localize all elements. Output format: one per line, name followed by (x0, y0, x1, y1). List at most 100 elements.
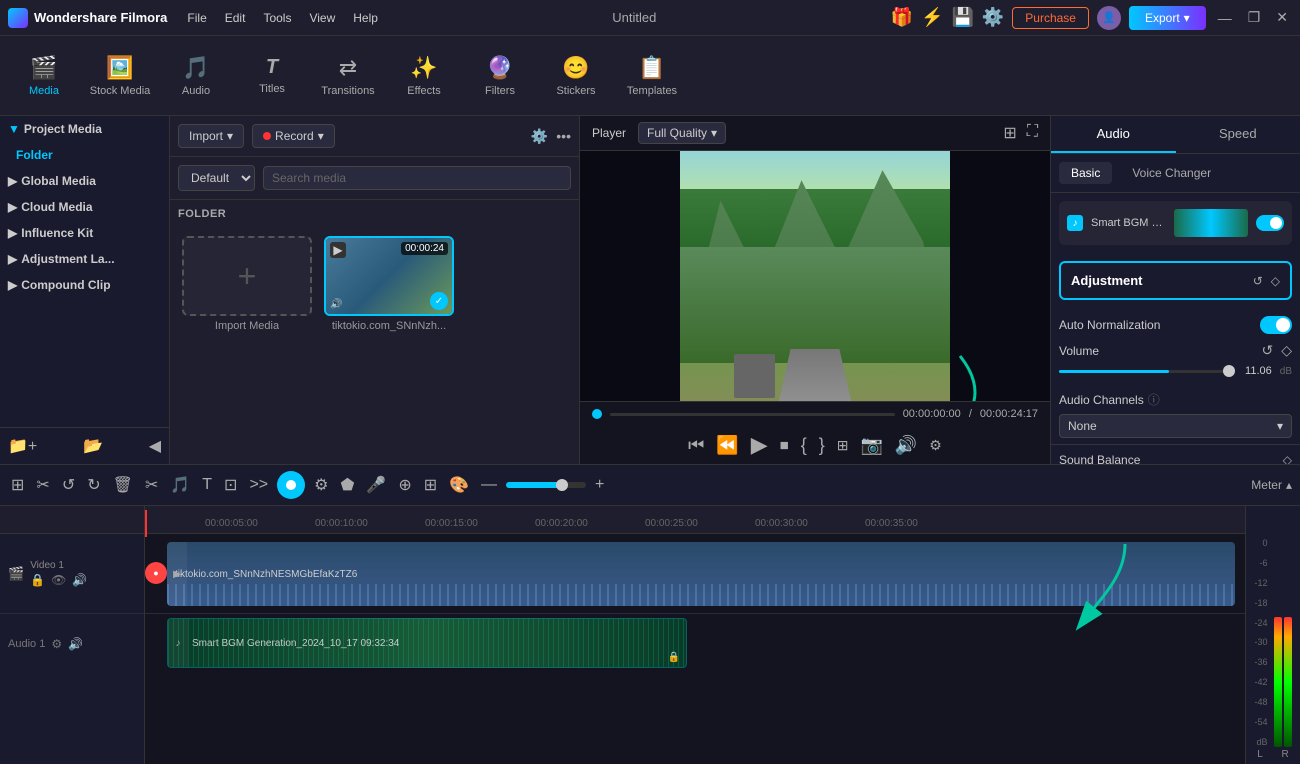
audio-speaker-icon[interactable]: 🔊 (68, 637, 83, 651)
record-circle-button[interactable] (277, 471, 305, 499)
video-visibility-icon[interactable]: 👁 (51, 573, 66, 587)
redo-button[interactable]: ↻ (84, 472, 103, 498)
zoom-slider[interactable] (506, 482, 586, 488)
add-folder-button[interactable]: 📁+ (8, 436, 37, 456)
volume-slider[interactable] (1059, 370, 1229, 373)
trim-button[interactable]: ✂ (33, 472, 52, 498)
diamond-icon[interactable]: ◇ (1271, 274, 1280, 288)
minimize-button[interactable]: — (1214, 10, 1236, 26)
speed-button[interactable]: ⚙ (311, 472, 331, 498)
audio-settings-icon[interactable]: ⚙ (51, 637, 62, 651)
close-button[interactable]: ✕ (1272, 9, 1292, 26)
quality-select[interactable]: Full Quality ▾ (638, 122, 726, 144)
sub-tab-voice-changer[interactable]: Voice Changer (1120, 162, 1223, 184)
video-lock-icon[interactable]: 🔒 (30, 573, 45, 587)
timeline-scrubber[interactable] (610, 413, 895, 416)
purchase-button[interactable]: Purchase (1012, 7, 1089, 29)
crop-button[interactable]: ⊡ (221, 472, 240, 498)
toolbar-titles[interactable]: T Titles (236, 40, 308, 112)
channels-select[interactable]: None ▾ (1059, 414, 1292, 438)
time-ruler[interactable]: 00:00:05:00 00:00:10:00 00:00:15:00 00:0… (145, 506, 1245, 534)
mark-in-button[interactable]: { (801, 435, 807, 456)
menu-file[interactable]: File (187, 11, 206, 25)
frame-back-button[interactable]: ⏪ (716, 435, 738, 456)
menu-help[interactable]: Help (353, 11, 378, 25)
volume-keyframe-icon[interactable]: ◇ (1281, 342, 1292, 359)
toolbar-templates[interactable]: 📋 Templates (616, 40, 688, 112)
play-button[interactable]: ▶ (751, 432, 768, 458)
scene-detect-button[interactable]: ⊞ (8, 472, 27, 498)
sidebar-item-project-media[interactable]: ▼ Project Media (0, 116, 169, 142)
toolbar-audio[interactable]: 🎵 Audio (160, 40, 232, 112)
new-folder-button[interactable]: 📂 (83, 436, 103, 456)
color-button[interactable]: 🎨 (446, 472, 472, 498)
menu-tools[interactable]: Tools (263, 11, 291, 25)
sidebar-item-folder[interactable]: Folder (0, 142, 169, 168)
reset-icon[interactable]: ↺ (1253, 274, 1263, 288)
fullscreen-icon[interactable]: ⛶ (1027, 123, 1038, 143)
more-tools-button[interactable]: >> (246, 473, 271, 497)
tab-speed[interactable]: Speed (1176, 116, 1300, 153)
tiktok-video-item[interactable]: ▶ 🔊 00:00:24 ✓ tiktokio.com_SNnNzh... (324, 236, 454, 332)
sort-select[interactable]: Default (178, 165, 255, 191)
gift-icon[interactable]: 🎁 (891, 7, 913, 28)
sub-tab-basic[interactable]: Basic (1059, 162, 1112, 184)
menu-edit[interactable]: Edit (225, 11, 246, 25)
zoom-in-button[interactable]: + (592, 473, 607, 497)
more-button[interactable]: ⚙ (929, 437, 942, 454)
sidebar-item-compound-clip[interactable]: ▶ Compound Clip (0, 272, 169, 298)
maximize-button[interactable]: ❐ (1244, 9, 1265, 26)
toolbar-effects[interactable]: ✨ Effects (388, 40, 460, 112)
volume-slider-row: 11.06 dB (1051, 359, 1300, 383)
collapse-button[interactable]: ◀ (149, 436, 161, 456)
export-button[interactable]: Export ▾ (1129, 6, 1206, 30)
video-clip[interactable]: tiktokio.com_SNnNzhNESMGbEfaKzTZ6 ▶ (167, 542, 1235, 606)
voice-button[interactable]: 🎤 (363, 472, 389, 498)
meter-button[interactable]: Meter ▴ (1251, 478, 1292, 492)
zoom-out-button[interactable]: — (478, 473, 500, 497)
settings-icon[interactable]: ⚙️ (982, 7, 1004, 28)
join-button[interactable]: ⊕ (395, 472, 414, 498)
toolbar-stock-media[interactable]: 🖼️ Stock Media (84, 40, 156, 112)
save-cloud-icon[interactable]: 💾 (951, 7, 973, 28)
import-placeholder-item[interactable]: + Import Media (182, 236, 312, 332)
text-button[interactable]: T (199, 473, 215, 497)
replace-button[interactable]: ⊞ (421, 472, 440, 498)
volume-reset-icon[interactable]: ↺ (1261, 342, 1273, 359)
import-placeholder-thumb[interactable]: + (182, 236, 312, 316)
mask-button[interactable]: ⬟ (337, 472, 357, 498)
snapshot-button[interactable]: 📷 (860, 435, 882, 456)
bgm-toggle[interactable] (1256, 215, 1284, 231)
audio-detach-button[interactable]: 🎵 (167, 472, 193, 498)
toolbar-stickers[interactable]: 😊 Stickers (540, 40, 612, 112)
lightning-icon[interactable]: ⚡ (921, 7, 943, 28)
sidebar-item-adjustment[interactable]: ▶ Adjustment La... (0, 246, 169, 272)
add-marker-button[interactable]: ⊞ (837, 437, 849, 454)
search-input[interactable] (263, 166, 571, 190)
audio-button[interactable]: 🔊 (895, 435, 917, 456)
cut-button[interactable]: ✂ (142, 472, 161, 498)
toolbar-filters[interactable]: 🔮 Filters (464, 40, 536, 112)
grid-view-icon[interactable]: ⊞ (1003, 123, 1016, 143)
filter-icon[interactable]: ⚙️ (531, 128, 548, 145)
import-button[interactable]: Import ▾ (178, 124, 244, 148)
time-mark-15: 00:00:15:00 (425, 518, 478, 529)
sidebar-item-global-media[interactable]: ▶ Global Media (0, 168, 169, 194)
toolbar-media[interactable]: 🎬 Media (8, 40, 80, 112)
tiktok-video-thumb[interactable]: ▶ 🔊 00:00:24 ✓ (324, 236, 454, 316)
delete-button[interactable]: 🗑 (110, 472, 136, 498)
mark-out-button[interactable]: } (819, 435, 825, 456)
sidebar-item-cloud-media[interactable]: ▶ Cloud Media (0, 194, 169, 220)
video-mute-icon[interactable]: 🔊 (72, 573, 87, 587)
audio-clip[interactable]: ♪ Smart BGM Generation_2024_10_17 09:32:… (167, 618, 687, 668)
stop-button[interactable]: ⏹ (780, 435, 789, 456)
more-options-icon[interactable]: ••• (556, 128, 571, 145)
record-button[interactable]: Record ▾ (252, 124, 335, 148)
auto-norm-toggle[interactable] (1260, 316, 1292, 334)
sidebar-item-influence-kit[interactable]: ▶ Influence Kit (0, 220, 169, 246)
skip-back-button[interactable]: ⏮ (688, 435, 704, 456)
toolbar-transitions[interactable]: ⇄ Transitions (312, 40, 384, 112)
menu-view[interactable]: View (309, 11, 335, 25)
tab-audio[interactable]: Audio (1051, 116, 1176, 153)
undo-button[interactable]: ↺ (59, 472, 78, 498)
